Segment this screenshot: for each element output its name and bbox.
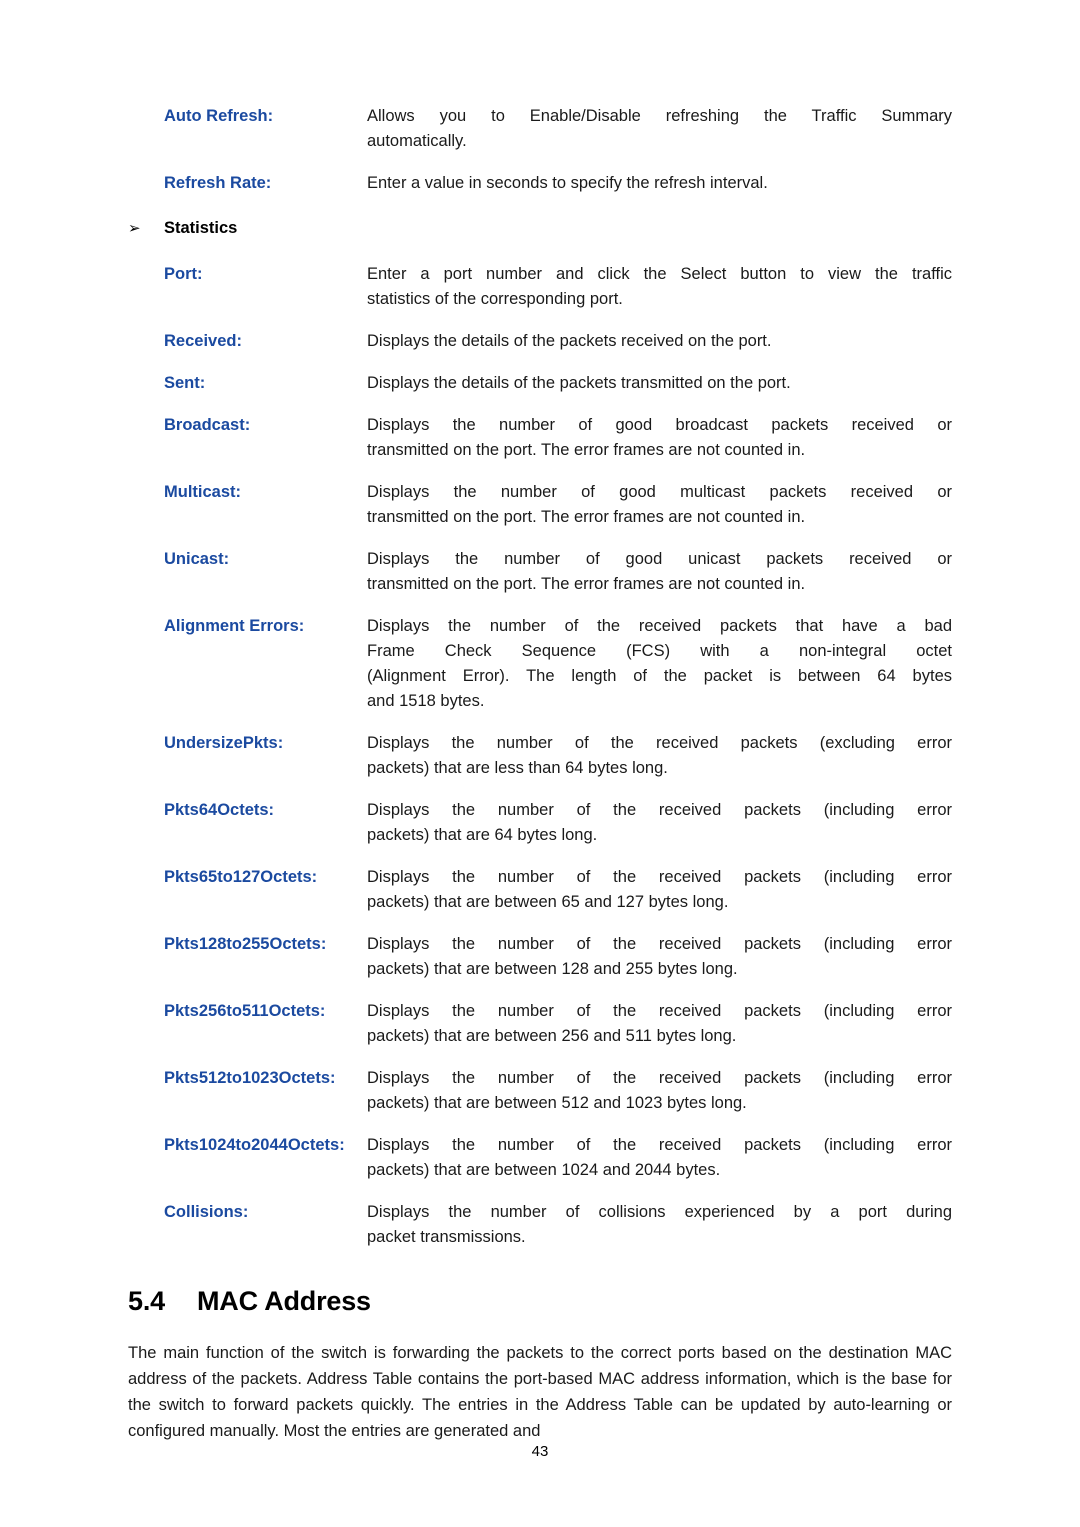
definition-description-line: Enter a value in seconds to specify the … <box>367 174 768 192</box>
definition-term: Alignment Errors: <box>164 617 305 635</box>
definition-term: Auto Refresh: <box>164 107 274 125</box>
definition-description: Displays the number of the received pack… <box>367 1066 952 1116</box>
definition-description: Displays the number of good unicast pack… <box>367 547 952 597</box>
definition-description: Displays the number of the received pack… <box>367 1133 952 1183</box>
definition-term: Broadcast: <box>164 416 251 434</box>
definition-row: Refresh Rate: Enter a value in seconds to… <box>128 171 952 196</box>
definition-description-line: and 1518 bytes. <box>367 692 485 710</box>
definition-description: Displays the number of the received pack… <box>367 798 952 848</box>
definition-list-top: Auto Refresh: Allows you to Enable/Disabl… <box>128 104 952 196</box>
definition-term: Sent: <box>164 374 206 392</box>
definition-description-line: packets) that are between 65 and 127 byt… <box>367 893 729 911</box>
definition-row: UndersizePkts: Displays the number of the… <box>128 731 952 781</box>
definition-description-line: transmitted on the port. The error frame… <box>367 441 806 459</box>
definition-description: Displays the number of collisions experi… <box>367 1200 952 1250</box>
definition-description: Displays the details of the packets rece… <box>367 329 952 354</box>
section-heading: 5.4 MAC Address <box>128 1284 952 1318</box>
definition-row: Received: Displays the details of the pac… <box>128 329 952 354</box>
definition-term: Pkts512to1023Octets: <box>164 1069 336 1087</box>
definition-term: Pkts65to127Octets: <box>164 868 318 886</box>
section-body-paragraph: The main function of the switch is forwa… <box>128 1344 952 1440</box>
right-triangle-bullet-icon: ➢ <box>128 220 141 237</box>
definition-term: Port: <box>164 265 203 283</box>
definition-row: Broadcast: Displays the number of good br… <box>128 413 952 463</box>
definition-description: Displays the number of the received pack… <box>367 731 952 781</box>
page-number: 43 <box>531 1443 549 1460</box>
definition-description-line: (Alignment Error). The length of the pac… <box>367 667 952 685</box>
definition-description-line: Displays the number of the received pack… <box>367 1069 952 1087</box>
definition-description-line: Displays the number of collisions experi… <box>367 1203 952 1221</box>
definition-row: Sent: Displays the details of the packets… <box>128 371 952 396</box>
definition-description: Displays the details of the packets tran… <box>367 371 952 396</box>
definition-description-line: Enter a port number and click the Select… <box>367 265 952 283</box>
definition-description: Displays the number of the received pack… <box>367 865 952 915</box>
definition-description-line: Displays the details of the packets tran… <box>367 374 791 392</box>
definition-row: Multicast: Displays the number of good mu… <box>128 480 952 530</box>
definition-term: Received: <box>164 332 242 350</box>
section-title: MAC Address <box>197 1286 371 1316</box>
definition-description-line: transmitted on the port. The error frame… <box>367 508 806 526</box>
definition-row: Alignment Errors: Displays the number of … <box>128 614 952 714</box>
definition-row: Pkts512to1023Octets: Displays the number … <box>128 1066 952 1116</box>
definition-description-line: Displays the details of the packets rece… <box>367 332 772 350</box>
definition-description-line: Displays the number of good unicast pack… <box>367 550 952 568</box>
definition-description: Displays the number of good broadcast pa… <box>367 413 952 463</box>
definition-description-line: Displays the number of the received pack… <box>367 868 952 886</box>
definition-description-line: Displays the number of the received pack… <box>367 617 952 635</box>
definition-description: Enter a port number and click the Select… <box>367 262 952 312</box>
definition-term: Multicast: <box>164 483 242 501</box>
definition-row: Pkts64Octets: Displays the number of the … <box>128 798 952 848</box>
definition-term: Collisions: <box>164 1203 249 1221</box>
definition-description-line: Allows you to Enable/Disable refreshing … <box>367 107 952 125</box>
definition-description-line: packets) that are less than 64 bytes lon… <box>367 759 668 777</box>
definition-description-line: packets) that are 64 bytes long. <box>367 826 598 844</box>
definition-term: Pkts1024to2044Octets: <box>164 1136 345 1154</box>
definition-description-line: Displays the number of the received pack… <box>367 734 952 752</box>
definition-description-line: packets) that are between 512 and 1023 b… <box>367 1094 747 1112</box>
definition-description-line: Displays the number of the received pack… <box>367 935 952 953</box>
definition-list-statistics: Port: Enter a port number and click the S… <box>128 262 952 1250</box>
definition-description-line: automatically. <box>367 132 467 150</box>
definition-description-line: Displays the number of the received pack… <box>367 1136 952 1154</box>
definition-description-line: Frame Check Sequence (FCS) with a non-in… <box>367 642 952 660</box>
definition-description: Allows you to Enable/Disable refreshing … <box>367 104 952 154</box>
definition-term: Unicast: <box>164 550 230 568</box>
bullet-heading-statistics: ➢ Statistics <box>128 216 952 241</box>
section-number: 5.4 <box>128 1286 165 1316</box>
definition-row: Pkts1024to2044Octets: Displays the number… <box>128 1133 952 1183</box>
definition-description-line: packet transmissions. <box>367 1228 526 1246</box>
bullet-heading-label: Statistics <box>164 219 238 237</box>
definition-description-line: Displays the number of good broadcast pa… <box>367 416 952 434</box>
definition-row: Collisions: Displays the number of collis… <box>128 1200 952 1250</box>
definition-row: Auto Refresh: Allows you to Enable/Disabl… <box>128 104 952 154</box>
definition-term: Pkts128to255Octets: <box>164 935 327 953</box>
definition-description-line: transmitted on the port. The error frame… <box>367 575 806 593</box>
definition-row: Port: Enter a port number and click the S… <box>128 262 952 312</box>
definition-description-line: Displays the number of the received pack… <box>367 1002 952 1020</box>
document-page: Auto Refresh: Allows you to Enable/Disabl… <box>0 0 1080 1527</box>
definition-description-line: statistics of the corresponding port. <box>367 290 623 308</box>
definition-description: Displays the number of the received pack… <box>367 999 952 1049</box>
definition-description-line: packets) that are between 1024 and 2044 … <box>367 1161 721 1179</box>
definition-description: Displays the number of the received pack… <box>367 614 952 714</box>
definition-description-line: Displays the number of good multicast pa… <box>367 483 952 501</box>
definition-term: Pkts256to511Octets: <box>164 1002 326 1020</box>
definition-description: Displays the number of the received pack… <box>367 932 952 982</box>
definition-term: Refresh Rate: <box>164 174 272 192</box>
definition-row: Pkts128to255Octets: Displays the number o… <box>128 932 952 982</box>
definition-row: Pkts65to127Octets: Displays the number of… <box>128 865 952 915</box>
definition-description-line: Displays the number of the received pack… <box>367 801 952 819</box>
definition-row: Pkts256to511Octets: Displays the number o… <box>128 999 952 1049</box>
definition-description: Enter a value in seconds to specify the … <box>367 171 952 196</box>
definition-term: UndersizePkts: <box>164 734 284 752</box>
definition-description-line: packets) that are between 256 and 511 by… <box>367 1027 737 1045</box>
definition-description-line: packets) that are between 128 and 255 by… <box>367 960 738 978</box>
definition-row: Unicast: Displays the number of good unic… <box>128 547 952 597</box>
definition-description: Displays the number of good multicast pa… <box>367 480 952 530</box>
page-content: Auto Refresh: Allows you to Enable/Disabl… <box>128 104 952 1461</box>
definition-term: Pkts64Octets: <box>164 801 275 819</box>
